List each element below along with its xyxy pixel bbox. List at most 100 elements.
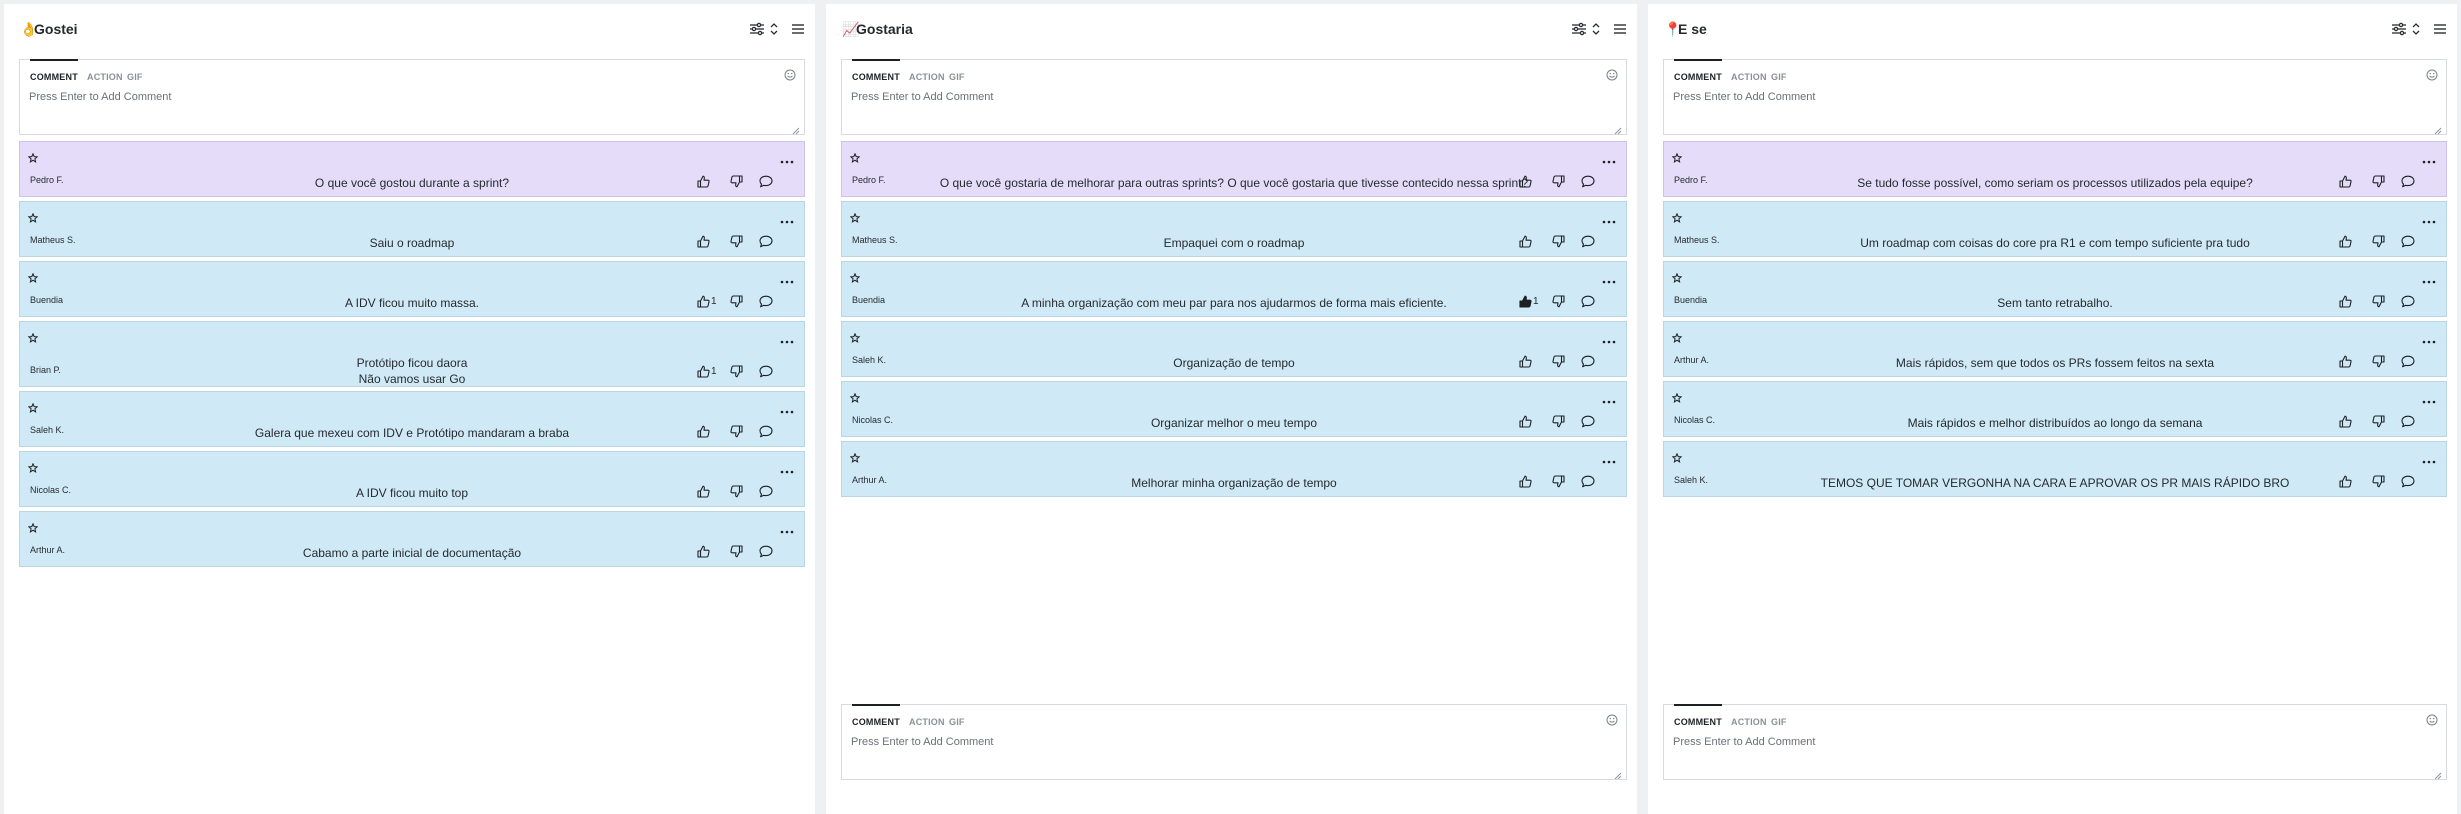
comment-input[interactable] [1673, 735, 2437, 775]
thumbs-up-icon[interactable] [1519, 175, 1537, 189]
sort-arrows-icon[interactable] [769, 22, 785, 36]
more-options-icon[interactable] [1602, 391, 1616, 404]
comment-bubble-icon[interactable] [759, 235, 773, 249]
comment-bubble-icon[interactable] [1581, 175, 1595, 189]
star-icon[interactable] [27, 150, 39, 163]
thumbs-up-icon[interactable] [2339, 295, 2357, 309]
retro-card[interactable]: Organização de tempo Saleh K. [841, 321, 1627, 377]
thumbs-down-icon[interactable] [730, 365, 744, 379]
tab-comment[interactable]: COMMENT [1674, 72, 1722, 83]
thumbs-down-icon[interactable] [730, 175, 744, 189]
comment-bubble-icon[interactable] [1581, 415, 1595, 429]
comment-bubble-icon[interactable] [1581, 295, 1595, 309]
star-icon[interactable] [1671, 270, 1683, 283]
comment-bubble-icon[interactable] [759, 425, 773, 439]
star-icon[interactable] [27, 330, 39, 343]
smiley-icon[interactable] [2426, 713, 2438, 726]
star-icon[interactable] [27, 210, 39, 223]
more-options-icon[interactable] [780, 401, 794, 414]
comment-input[interactable] [851, 90, 1617, 130]
star-icon[interactable] [849, 330, 861, 343]
more-options-icon[interactable] [2422, 151, 2436, 164]
thumbs-up-icon[interactable]: 1 [697, 295, 721, 309]
smiley-icon[interactable] [1606, 713, 1618, 726]
comment-bubble-icon[interactable] [2401, 235, 2415, 249]
resize-grip-icon[interactable] [792, 122, 800, 135]
resize-grip-icon[interactable] [1614, 767, 1622, 780]
tab-gif[interactable]: GIF [127, 72, 143, 83]
star-icon[interactable] [27, 520, 39, 533]
thumbs-down-icon[interactable] [2372, 175, 2386, 189]
comment-bubble-icon[interactable] [2401, 475, 2415, 489]
thumbs-up-icon[interactable] [697, 175, 715, 189]
star-icon[interactable] [849, 270, 861, 283]
star-icon[interactable] [27, 270, 39, 283]
comment-bubble-icon[interactable] [1581, 235, 1595, 249]
star-icon[interactable] [1671, 450, 1683, 463]
tab-comment[interactable]: COMMENT [1674, 717, 1722, 728]
resize-grip-icon[interactable] [2434, 767, 2442, 780]
sliders-icon[interactable] [2391, 22, 2407, 36]
more-options-icon[interactable] [1602, 151, 1616, 164]
smiley-icon[interactable] [2426, 68, 2438, 81]
retro-card[interactable]: Galera que mexeu com IDV e Protótipo man… [19, 391, 805, 447]
more-options-icon[interactable] [2422, 211, 2436, 224]
resize-grip-icon[interactable] [1614, 122, 1622, 135]
thumbs-down-icon[interactable] [1552, 475, 1566, 489]
more-options-icon[interactable] [2422, 391, 2436, 404]
thumbs-down-icon[interactable] [1552, 235, 1566, 249]
tab-comment[interactable]: COMMENT [852, 72, 900, 83]
retro-card[interactable]: Mais rápidos e melhor distribuídos ao lo… [1663, 381, 2447, 437]
more-options-icon[interactable] [1602, 211, 1616, 224]
thumbs-up-icon[interactable] [2339, 475, 2357, 489]
retro-card[interactable]: Protótipo ficou daora Não vamos usar Go B… [19, 321, 805, 387]
star-icon[interactable] [849, 150, 861, 163]
thumbs-up-icon[interactable] [2339, 415, 2357, 429]
star-icon[interactable] [1671, 210, 1683, 223]
more-options-icon[interactable] [780, 151, 794, 164]
more-options-icon[interactable] [780, 211, 794, 224]
thumbs-up-icon[interactable] [1519, 475, 1537, 489]
retro-card[interactable]: Organizar melhor o meu tempo Nicolas C. [841, 381, 1627, 437]
star-icon[interactable] [27, 460, 39, 473]
more-options-icon[interactable] [2422, 271, 2436, 284]
more-options-icon[interactable] [780, 461, 794, 474]
thumbs-down-icon[interactable] [730, 295, 744, 309]
tab-action[interactable]: ACTION [87, 72, 123, 83]
more-options-icon[interactable] [780, 271, 794, 284]
comment-bubble-icon[interactable] [759, 485, 773, 499]
smiley-icon[interactable] [1606, 68, 1618, 81]
hamburger-menu-icon[interactable] [791, 22, 807, 36]
more-options-icon[interactable] [2422, 451, 2436, 464]
smiley-icon[interactable] [784, 68, 796, 81]
thumbs-up-icon[interactable]: 1 [1519, 295, 1543, 309]
thumbs-up-icon[interactable] [697, 235, 715, 249]
comment-bubble-icon[interactable] [1581, 355, 1595, 369]
sliders-icon[interactable] [1571, 22, 1587, 36]
thumbs-down-icon[interactable] [2372, 235, 2386, 249]
star-icon[interactable] [849, 210, 861, 223]
retro-card[interactable]: Sem tanto retrabalho. Buendia [1663, 261, 2447, 317]
thumbs-up-icon[interactable] [2339, 175, 2357, 189]
tab-gif[interactable]: GIF [1771, 717, 1787, 728]
tab-action[interactable]: ACTION [1731, 72, 1767, 83]
resize-grip-icon[interactable] [2434, 122, 2442, 135]
prompt-card[interactable]: O que você gostou durante a sprint? Pedro… [19, 141, 805, 197]
tab-action[interactable]: ACTION [1731, 717, 1767, 728]
thumbs-up-icon[interactable]: 1 [697, 365, 721, 379]
sort-arrows-icon[interactable] [2411, 22, 2427, 36]
prompt-card[interactable]: O que você gostaria de melhorar para out… [841, 141, 1627, 197]
retro-card[interactable]: Cabamo a parte inicial de documentação Ar… [19, 511, 805, 567]
tab-gif[interactable]: GIF [949, 72, 965, 83]
star-icon[interactable] [1671, 330, 1683, 343]
comment-bubble-icon[interactable] [2401, 415, 2415, 429]
retro-card[interactable]: Mais rápidos, sem que todos os PRs fosse… [1663, 321, 2447, 377]
retro-card[interactable]: TEMOS QUE TOMAR VERGONHA NA CARA E APROV… [1663, 441, 2447, 497]
thumbs-down-icon[interactable] [730, 425, 744, 439]
hamburger-menu-icon[interactable] [2433, 22, 2449, 36]
retro-card[interactable]: Empaquei com o roadmap Matheus S. [841, 201, 1627, 257]
star-icon[interactable] [1671, 390, 1683, 403]
retro-card[interactable]: A IDV ficou muito top Nicolas C. [19, 451, 805, 507]
more-options-icon[interactable] [2422, 331, 2436, 344]
star-icon[interactable] [1671, 150, 1683, 163]
